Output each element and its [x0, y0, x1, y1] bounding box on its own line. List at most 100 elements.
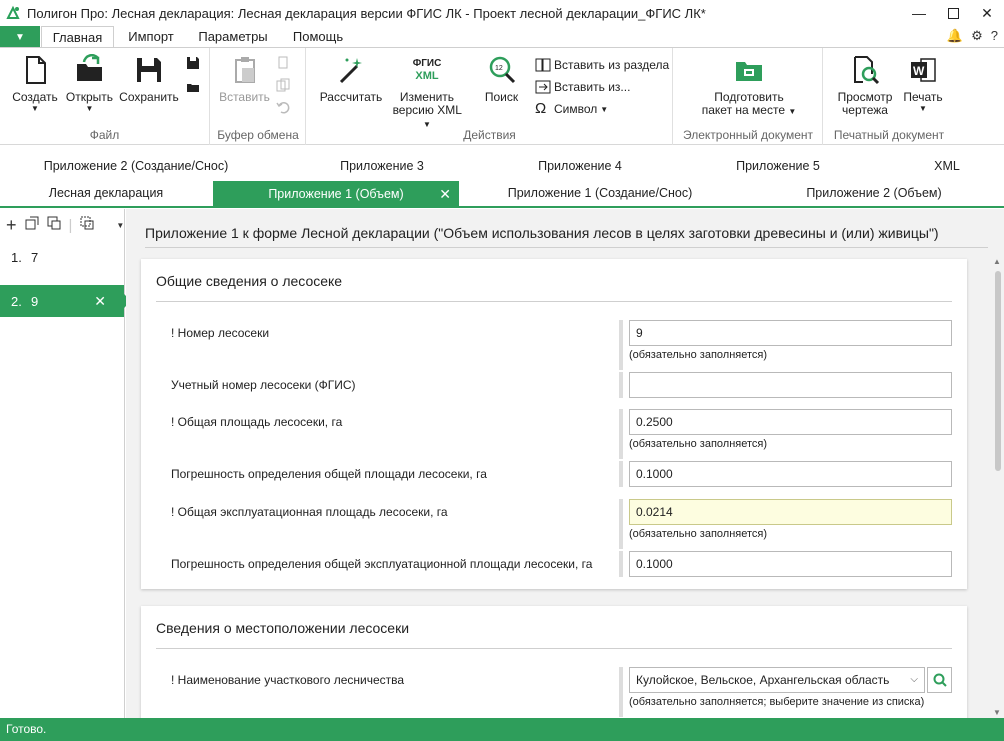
tab-app1-volume-label: Приложение 1 (Объем) [268, 187, 404, 201]
tab-main[interactable]: Главная [41, 26, 114, 49]
exploit-area-error-input[interactable]: 0.1000 [629, 551, 952, 577]
close-tab-icon[interactable]: ✕ [439, 181, 451, 208]
forestry-search-button[interactable] [927, 667, 952, 693]
change-xml-version-button[interactable]: ФГИС XML Изменить версию XML ▼ [387, 54, 467, 131]
tab-app4[interactable]: Приложение 4 [480, 154, 680, 179]
left-panel-toolbar: + | ▼ [6, 214, 125, 236]
magic-wand-icon [339, 58, 362, 84]
main-content: Приложение 1 к форме Лесной декларации (… [126, 209, 1004, 718]
total-area-input[interactable]: 0.2500 [629, 409, 952, 435]
preview-drawing-button[interactable]: Просмотр чертежа [834, 54, 896, 117]
folder-small-icon[interactable] [186, 80, 202, 96]
ribbon: Создать ▼ Открыть ▼ Сохранить Файл Встав… [0, 47, 1004, 145]
ribbon-group-print: Просмотр чертежа W Печать ▼ Печатный док… [824, 48, 954, 145]
section-title: Сведения о местоположении лесосеки [156, 620, 410, 636]
scrollbar-thumb[interactable] [995, 271, 1001, 471]
field-exploit-area: ! Общая эксплуатационная площадь лесосек… [141, 499, 967, 549]
list-item[interactable]: 1. 7 [0, 241, 124, 273]
copy-item-icon[interactable] [25, 216, 39, 234]
duplicate-icon[interactable] [47, 216, 61, 234]
dropdown-icon[interactable]: ▼ [116, 221, 124, 230]
omega-icon: Ω [535, 100, 547, 117]
search-icon [933, 673, 947, 687]
section-general-info: Общие сведения о лесосеке ! Номер лесосе… [141, 259, 967, 589]
tab-app2-creation[interactable]: Приложение 2 (Создание/Снос) [0, 154, 272, 179]
document-tabs-row-2: Лесная декларация Приложение 1 (Объем) ✕… [0, 181, 1004, 208]
tab-help[interactable]: Помощь [282, 26, 354, 48]
create-button[interactable]: Создать ▼ [10, 54, 60, 114]
exploit-area-input[interactable]: 0.0214 [629, 499, 952, 525]
ribbon-group-file: Создать ▼ Открыть ▼ Сохранить Файл [0, 48, 210, 145]
add-icon[interactable]: + [6, 215, 17, 236]
vertical-scrollbar[interactable]: ▲ ▼ [993, 257, 1002, 717]
field-total-area: ! Общая площадь лесосеки, га 0.2500 (обя… [141, 409, 967, 459]
open-folder-icon [76, 54, 102, 81]
clipboard-icon [234, 57, 255, 83]
maximize-button[interactable] [936, 0, 970, 26]
chevron-down-icon: ⌵ [910, 674, 918, 685]
tab-settings[interactable]: Параметры [188, 26, 278, 48]
tab-app1-volume[interactable]: Приложение 1 (Объем) ✕ [213, 181, 459, 208]
tab-app1-creation[interactable]: Приложение 1 (Создание/Снос) [460, 181, 740, 206]
usb-folder-icon [736, 62, 762, 81]
tab-forest-declaration[interactable]: Лесная декларация [0, 181, 212, 206]
field-exploit-area-error: Погрешность определения общей эксплуатац… [141, 551, 967, 577]
app-logo-icon [5, 5, 21, 21]
minimize-button[interactable]: — [902, 0, 936, 26]
svg-text:W: W [913, 64, 925, 78]
field-total-area-error: Погрешность определения общей площади ле… [141, 461, 967, 487]
fgis-number-input[interactable] [629, 372, 952, 398]
ribbon-tabs: ▼ Главная Импорт Параметры Помощь 🔔 ⚙ ? [0, 26, 1004, 49]
app-menu-button[interactable]: ▼ [0, 26, 40, 48]
help-icon[interactable]: ? [991, 28, 998, 44]
insert-from-button[interactable]: Вставить из... [535, 79, 630, 95]
calculate-button[interactable]: Рассчитать [317, 54, 385, 104]
forestry-select[interactable]: Кулойское, Вельское, Архангельская облас… [629, 667, 925, 693]
close-window-button[interactable]: ✕ [970, 0, 1004, 26]
tab-app5[interactable]: Приложение 5 [678, 154, 878, 179]
save-as-icon[interactable] [186, 56, 202, 72]
ribbon-group-clipboard: Вставить Буфер обмена [211, 48, 306, 145]
cut-icon[interactable] [276, 56, 292, 72]
word-icon: W [911, 58, 936, 82]
field-forestry: ! Наименование участкового лесничества К… [141, 667, 967, 717]
total-area-error-input[interactable]: 0.1000 [629, 461, 952, 487]
page-title: Приложение 1 к форме Лесной декларации (… [145, 225, 988, 248]
bell-icon[interactable]: 🔔 [947, 28, 963, 44]
copy-icon[interactable] [276, 78, 292, 94]
symbol-button[interactable]: Ω Символ ▼ [535, 101, 608, 117]
prepare-package-button[interactable]: Подготовить пакет на месте ▼ [694, 54, 804, 118]
tab-xml[interactable]: XML [900, 154, 994, 179]
open-button[interactable]: Открыть ▼ [62, 54, 117, 114]
gear-icon[interactable]: ⚙ [971, 28, 983, 44]
field-fgis-number: Учетный номер лесосеки (ФГИС) [141, 372, 967, 398]
paste-button[interactable]: Вставить [217, 54, 272, 104]
print-button[interactable]: W Печать ▼ [900, 54, 946, 114]
scroll-up-icon[interactable]: ▲ [993, 257, 1001, 266]
delete-item-icon[interactable]: ✕ [94, 293, 106, 310]
tab-import[interactable]: Импорт [116, 26, 186, 48]
select-icon[interactable] [80, 216, 94, 234]
ribbon-group-actions: Рассчитать ФГИС XML Изменить версию XML … [307, 48, 673, 145]
floppy-disk-icon [137, 58, 161, 82]
group-label-actions: Действия [463, 128, 516, 142]
tab-app2-volume[interactable]: Приложение 2 (Объем) [745, 181, 1003, 206]
group-label-edoc: Электронный документ [682, 128, 814, 142]
tab-app3[interactable]: Приложение 3 [282, 154, 482, 179]
insert-from-section-button[interactable]: Вставить из раздела [535, 57, 669, 73]
status-bar: Готово. [0, 718, 1004, 741]
search-button[interactable]: 12 Поиск [479, 54, 524, 104]
list-item-selected[interactable]: 2. 9 ✕ [0, 285, 131, 317]
scroll-down-icon[interactable]: ▼ [993, 708, 1001, 717]
undo-icon[interactable] [276, 100, 292, 116]
save-button[interactable]: Сохранить [118, 54, 180, 104]
insert-section-icon [535, 57, 551, 73]
group-label-print: Печатный документ [833, 128, 945, 142]
insert-arrow-icon [535, 79, 551, 95]
left-panel: + | ▼ 1. 7 2. 9 ✕ [0, 209, 131, 718]
field-cutting-number: ! Номер лесосеки 9 (обязательно заполняе… [141, 320, 967, 370]
window-title: Полигон Про: Лесная декларация: Лесная д… [27, 5, 706, 21]
cutting-number-input[interactable]: 9 [629, 320, 952, 346]
title-bar: Полигон Про: Лесная декларация: Лесная д… [0, 0, 1004, 26]
section-title: Общие сведения о лесосеке [156, 273, 343, 289]
